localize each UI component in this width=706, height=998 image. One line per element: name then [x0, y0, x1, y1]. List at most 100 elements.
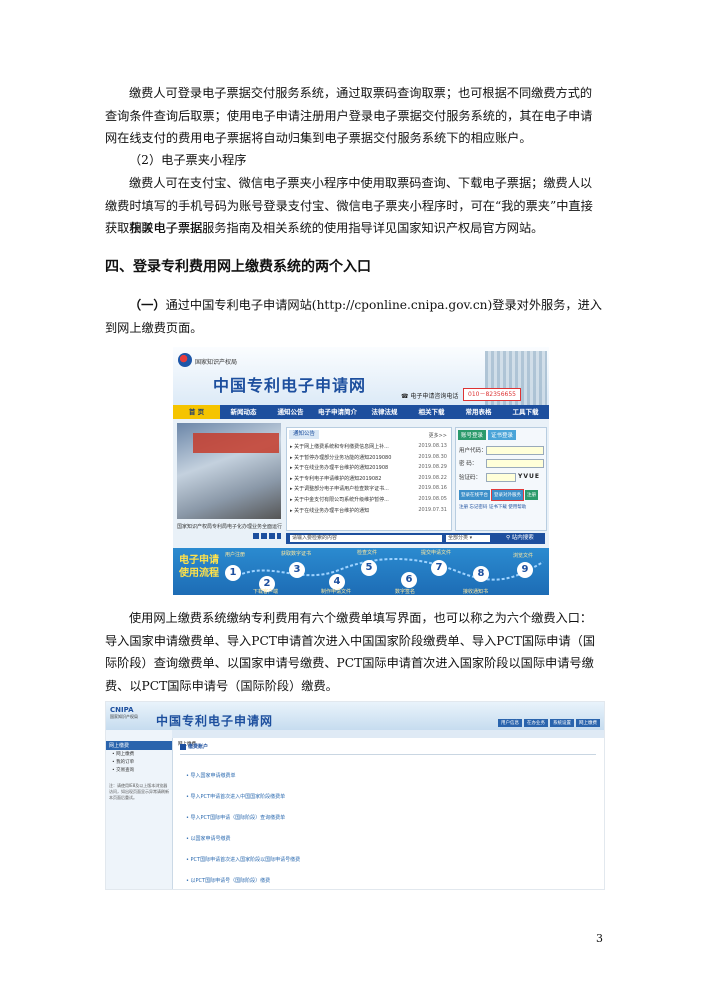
logo-text: CNIPA [110, 706, 134, 714]
sidebar-item-label: 我的订单 [116, 760, 135, 765]
entry-link-label[interactable]: 以国家申请号缴费 [191, 836, 231, 842]
page-number: 3 [596, 932, 603, 945]
sidebar-note: 注：请使用IE8及以上版本浏览器访问，如出现页面显示异常请刷新本页面后重试。 [109, 783, 169, 800]
entry-link-national-number[interactable]: • 以国家申请号缴费 [186, 835, 231, 842]
entry-link-label[interactable]: 以PCT国际申请号（国际阶段）缴费 [191, 878, 271, 884]
cponline-homepage-screenshot: 国家知识产权局 中国专利电子申请网 ☎ 电子申请咨询电话 010－8235665… [173, 347, 549, 595]
notice-more-link[interactable]: 更多>> [429, 432, 447, 439]
flow-label: 数字签名 [395, 589, 416, 595]
notice-item[interactable]: ▸ 关于暂停办理部分业务功能的通知2019080 2019.08.30 [290, 453, 448, 465]
flow-label: 提交申请文件 [421, 550, 452, 556]
captcha-label: 验证码： [459, 475, 482, 481]
search-button-label: 站内搜索 [511, 535, 534, 541]
nav-home[interactable]: 首 页 [173, 405, 220, 419]
sidebar-item-label: 网上缴费 [116, 752, 135, 757]
login-platform-button[interactable]: 登录在线平台 [459, 490, 490, 500]
paragraph-e-ticket-service: 缴费人可登录电子票据交付服务系统，通过取票码查询取票；也可根据不同缴费方式的查询… [105, 86, 593, 145]
search-button[interactable]: ⚲ 站内搜索 [506, 534, 534, 543]
notice-date: 2019.08.29 [416, 464, 447, 471]
login-tabs: 账号登录 证书登录 [458, 430, 517, 440]
sidebar-item-my-orders[interactable]: • 我的订单 [106, 758, 172, 766]
payment-header: CNIPA 国家知识产权局 中国专利电子申请网 用户信息 在办业务 系统设置 网上… [106, 702, 604, 730]
notice-title[interactable]: 关于调整部分电子申请用户检查数字证书... [294, 486, 389, 492]
login-panel: 账号登录 证书登录 用户代码： 密 码： 验证码： YVUE 登录在线平台 登录… [455, 427, 547, 531]
entry-link-label[interactable]: PCT国际申请首次进入国家阶段以国际申请号缴费 [191, 857, 301, 863]
notice-title[interactable]: 关于在线业务办理平台维护的通知 [294, 508, 369, 514]
captcha-input[interactable] [486, 473, 516, 482]
flow-step-5: 5 [361, 560, 377, 576]
nav-laws[interactable]: 法律法规 [361, 405, 408, 419]
notice-item[interactable]: ▸ 关于在线业务办理平台维护的通知201908 2019.08.29 [290, 464, 448, 475]
search-scope-value: 全部分类 [448, 535, 469, 541]
sidebar-item-online-payment[interactable]: • 网上缴费 [106, 750, 172, 758]
tool-settings[interactable]: 系统设置 [550, 719, 574, 727]
sidebar-item-transactions[interactable]: • 交易查询 [106, 766, 172, 774]
notice-title[interactable]: 关于网上缴费系统和专利缴费信息网上补... [294, 444, 389, 450]
hotline-label: ☎ 电子申请咨询电话 [401, 391, 458, 400]
entry-link-pct-national-phase[interactable]: • 导入PCT申请首次进入中国国家阶段缴费单 [186, 793, 285, 800]
nav-downloads[interactable]: 相关下载 [408, 405, 455, 419]
notice-item[interactable]: ▸ 关于调整部分电子申请用户检查数字证书... 2019.08.16 [290, 485, 448, 496]
user-code-label: 用户代码： [459, 448, 487, 454]
payment-site-title: 中国专利电子申请网 [156, 714, 274, 728]
search-input[interactable]: 请输入要检索的内容 [290, 535, 442, 542]
carousel-dots[interactable] [253, 533, 281, 539]
captcha-image[interactable]: YVUE [518, 473, 540, 480]
flow-step-3: 3 [289, 562, 305, 578]
flow-label: 制作申请文件 [321, 589, 352, 595]
tab-certificate-login[interactable]: 证书登录 [488, 430, 517, 440]
password-input[interactable] [486, 459, 544, 468]
notice-item[interactable]: ▸ 关于中金支付有限公司系统升级维护暂停... 2019.08.05 [290, 495, 448, 507]
entry-link-pct-intl-number[interactable]: • PCT国际申请首次进入国家阶段以国际申请号缴费 [186, 856, 300, 863]
nav-tools[interactable]: 工具下载 [502, 405, 549, 419]
payment-brand: 缴费账户 [180, 743, 208, 750]
flow-label: 下载客户端 [253, 589, 279, 595]
password-label: 密 码： [459, 461, 478, 467]
notice-item[interactable]: ▸ 关于网上缴费系统和专利缴费信息网上补... 2019.08.13 [290, 443, 448, 454]
entry-link-pct-international[interactable]: • 导入PCT国际申请（国际阶段）查询缴费单 [186, 814, 285, 821]
office-photo [177, 423, 281, 519]
sidebar-header[interactable]: 网上缴费 [106, 741, 172, 750]
notice-date: 2019.08.05 [416, 495, 447, 502]
notice-date: 2019.08.22 [416, 474, 447, 481]
flow-step-8: 8 [473, 566, 489, 582]
tab-account-login[interactable]: 账号登录 [458, 430, 487, 440]
payment-sidebar: 网上缴费 • 网上缴费 • 我的订单 • 交易查询 注：请使用IE8及以上版本浏… [106, 730, 173, 889]
notice-date: 2019.08.16 [416, 485, 447, 492]
flow-label: 检查文件 [357, 550, 378, 556]
notice-item[interactable]: ▸ 关于在线业务办理平台维护的通知 2019.07.31 [290, 506, 448, 518]
photo-caption: 国家知识产权局专利局电子化办理业务全面运行 [177, 524, 283, 530]
entry-link-label[interactable]: 导入PCT申请首次进入中国国家阶段缴费单 [191, 794, 286, 800]
usage-flow-banner: 电子申请使用流程 1 2 3 4 5 6 7 8 9 用户注册 获取数字证书 检… [173, 548, 549, 595]
entry-link-national[interactable]: • 导入国家申请缴费单 [186, 772, 236, 779]
header-tools: 用户信息 在办业务 系统设置 网上缴费 [498, 719, 600, 727]
notice-title[interactable]: 关于专利电子申请维护的通知2019082 [294, 476, 381, 482]
notice-title[interactable]: 关于中金支付有限公司系统升级维护暂停... [294, 497, 389, 503]
register-button[interactable]: 注册 [525, 490, 538, 500]
entry-link-pct-intl-phase-number[interactable]: • 以PCT国际申请号（国际阶段）缴费 [186, 877, 270, 884]
paragraph-entry-one: （一）通过中国专利电子申请网站(http://cponline.cnipa.go… [105, 294, 603, 339]
phone-icon: ☎ [401, 393, 411, 400]
login-external-service-button[interactable]: 登录对外服务 [491, 489, 524, 501]
user-code-input[interactable] [486, 446, 544, 455]
notice-title[interactable]: 关于暂停办理部分业务功能的通知2019080 [294, 455, 391, 461]
hotline-number: 010－82356655 [463, 388, 521, 401]
notice-tab[interactable]: 通知公告 [289, 430, 319, 439]
content-tab-bar: 网上缴费 [172, 730, 604, 747]
tool-user-info[interactable]: 用户信息 [498, 719, 522, 727]
notice-title[interactable]: 关于在线业务办理平台维护的通知201908 [294, 465, 388, 471]
flow-title: 电子申请使用流程 [179, 555, 219, 579]
tool-in-progress[interactable]: 在办业务 [524, 719, 548, 727]
nav-news[interactable]: 新闻动态 [220, 405, 267, 419]
nav-forms[interactable]: 常用表格 [455, 405, 502, 419]
entry-link-label[interactable]: 导入PCT国际申请（国际阶段）查询缴费单 [191, 815, 286, 821]
search-scope-select[interactable]: 全部分类 ▾ [446, 535, 490, 542]
main-nav: 首 页 新闻动态 通知公告 电子申请简介 法律法规 相关下载 常用表格 工具下载 [173, 405, 549, 419]
notice-date: 2019.08.30 [416, 453, 447, 460]
entry-link-label[interactable]: 导入国家申请缴费单 [191, 773, 236, 779]
nav-intro[interactable]: 电子申请简介 [314, 405, 361, 419]
tool-online-payment[interactable]: 网上缴费 [576, 719, 600, 727]
notice-item[interactable]: ▸ 关于专利电子申请维护的通知2019082 2019.08.22 [290, 474, 448, 486]
login-links[interactable]: 注册 忘记密码 证书下载 使用帮助 [459, 504, 526, 510]
nav-notices[interactable]: 通知公告 [267, 405, 314, 419]
